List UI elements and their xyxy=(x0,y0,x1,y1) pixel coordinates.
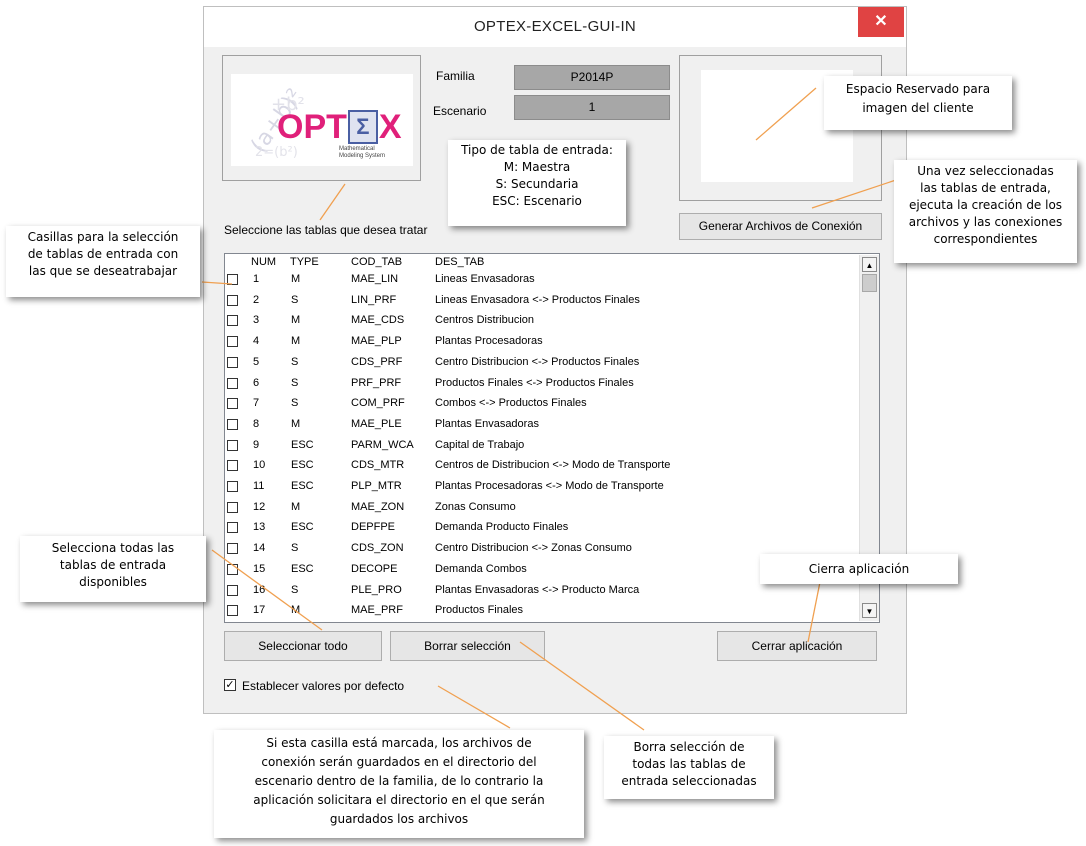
leader-casillas xyxy=(201,281,233,285)
leader-si-esta xyxy=(437,685,511,729)
leader-borra xyxy=(519,641,645,731)
note-tipo-tabla: Tipo de tabla de entrada: M: Maestra S: … xyxy=(448,140,626,226)
note-una-vez: Una vez seleccionadas las tablas de entr… xyxy=(894,160,1077,263)
note-si-esta-casilla: Si esta casilla está marcada, los archiv… xyxy=(214,730,584,838)
note-cierra-aplicacion: Cierra aplicación xyxy=(760,554,958,584)
note-espacio-reservado: Espacio Reservado para imagen del client… xyxy=(824,76,1012,130)
leader-tipo xyxy=(319,183,346,221)
note-borra-seleccion: Borra selección de todas las tablas de e… xyxy=(604,736,774,799)
leader-selecciona xyxy=(211,549,323,631)
leader-espacio xyxy=(755,87,817,141)
note-casillas: Casillas para la selección de tablas de … xyxy=(6,226,200,297)
leader-una-vez xyxy=(811,177,903,209)
leader-cierra xyxy=(807,581,821,643)
note-selecciona-todas: Selecciona todas las tablas de entrada d… xyxy=(20,536,206,602)
